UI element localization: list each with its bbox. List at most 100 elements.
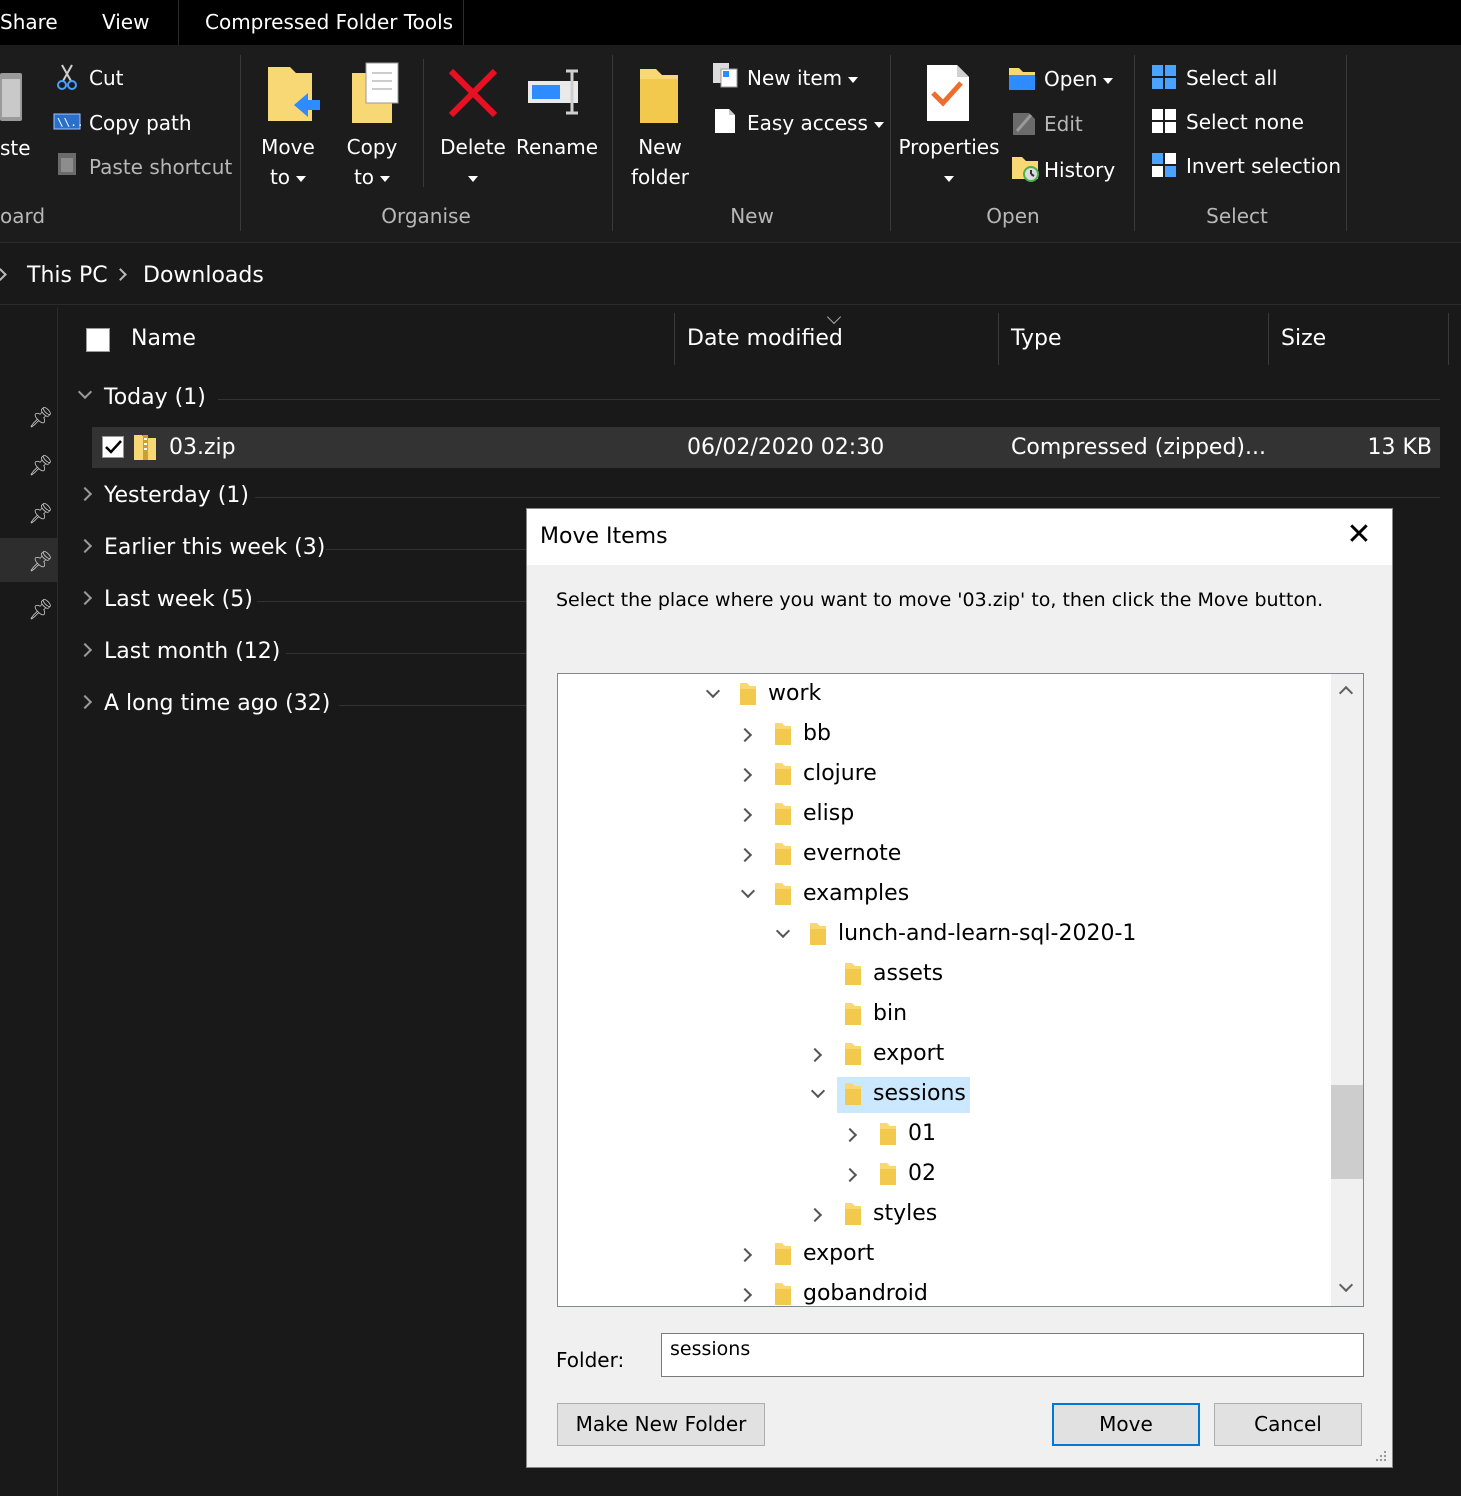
tab-view[interactable]: View	[102, 0, 149, 45]
move-items-dialog: Move Items ✕ Select the place where you …	[526, 508, 1393, 1468]
column-divider[interactable]	[998, 313, 999, 365]
pin-icon[interactable]: 📌︎	[28, 501, 53, 525]
tree-item[interactable]: gobandroid	[767, 1277, 932, 1306]
file-checkbox[interactable]	[102, 436, 124, 458]
tree-item[interactable]: 01	[872, 1117, 940, 1153]
folder-tree[interactable]: work bb clojure elisp evernote examples lunch-…	[557, 673, 1364, 1307]
tree-item[interactable]: sessions	[837, 1077, 970, 1113]
copy-to-button[interactable]: Copy to	[340, 132, 404, 192]
tree-item[interactable]: elisp	[767, 797, 858, 833]
open-button[interactable]: Open	[1044, 67, 1114, 91]
paste-shortcut-icon	[58, 153, 76, 175]
group-header-a-long-time-ago[interactable]: A long time ago (32)	[77, 691, 330, 716]
chevron-down-icon[interactable]	[775, 923, 791, 939]
tree-item[interactable]: lunch-and-learn-sql-2020-1	[802, 917, 1140, 953]
copy-path-button[interactable]: Copy path	[89, 111, 192, 135]
easy-access-button[interactable]: Easy access	[747, 111, 884, 135]
tree-vertical-scrollbar[interactable]	[1331, 674, 1363, 1306]
rename-icon[interactable]	[526, 67, 586, 117]
paste-icon[interactable]	[0, 67, 26, 123]
breadcrumb-this-pc[interactable]: This PC	[27, 263, 108, 288]
tree-item[interactable]: assets	[837, 957, 947, 993]
invert-selection-button[interactable]: Invert selection	[1186, 154, 1341, 178]
pin-icon[interactable]: 📌︎	[28, 549, 53, 573]
column-header-date-modified[interactable]: Date modified	[687, 326, 843, 351]
chevron-right-icon[interactable]	[737, 847, 753, 863]
file-row-03zip[interactable]: 03.zip 06/02/2020 02:30 Compressed (zipp…	[92, 427, 1440, 468]
chevron-down-icon[interactable]	[740, 883, 756, 899]
cut-button[interactable]: Cut	[89, 66, 123, 90]
tab-compressed-folder-tools[interactable]: Compressed Folder Tools	[205, 0, 453, 45]
pin-icon[interactable]: 📌︎	[28, 405, 53, 429]
make-new-folder-button[interactable]: Make New Folder	[557, 1403, 765, 1446]
rename-button[interactable]: Rename	[516, 132, 598, 162]
chevron-right-icon[interactable]	[737, 1287, 753, 1303]
folder-input[interactable]	[661, 1333, 1364, 1377]
paste-button-label[interactable]: ste	[0, 136, 31, 160]
tree-item[interactable]: clojure	[767, 757, 881, 793]
group-header-last-month[interactable]: Last month (12)	[77, 639, 280, 664]
column-header-name[interactable]: Name	[131, 326, 196, 351]
close-icon[interactable]: ✕	[1344, 520, 1374, 551]
tree-item[interactable]: work	[732, 677, 825, 713]
column-header-size[interactable]: Size	[1281, 326, 1326, 351]
chevron-right-icon[interactable]	[807, 1047, 823, 1063]
tree-item[interactable]: evernote	[767, 837, 905, 873]
chevron-right-icon[interactable]	[842, 1127, 858, 1143]
group-header-today[interactable]: Today (1)	[77, 384, 206, 410]
chevron-right-icon[interactable]	[842, 1167, 858, 1183]
delete-icon[interactable]	[447, 67, 499, 119]
tree-item[interactable]: bb	[767, 717, 835, 753]
column-divider[interactable]	[1448, 313, 1449, 365]
tree-item[interactable]: bin	[837, 997, 911, 1033]
move-button[interactable]: Move	[1052, 1403, 1200, 1446]
delete-button[interactable]: Delete	[437, 132, 509, 192]
chevron-right-icon[interactable]	[737, 1247, 753, 1263]
pin-icon[interactable]: 📌︎	[28, 453, 53, 477]
properties-icon[interactable]	[925, 63, 971, 123]
chevron-down-icon[interactable]	[705, 683, 721, 699]
address-bar[interactable]: This PC Downloads	[0, 245, 1461, 305]
tree-item[interactable]: 02	[872, 1157, 940, 1193]
chevron-down-icon[interactable]	[810, 1083, 826, 1099]
move-to-button[interactable]: Move to	[256, 132, 320, 192]
paste-shortcut-button[interactable]: Paste shortcut	[89, 155, 232, 179]
column-divider[interactable]	[1268, 313, 1269, 365]
cancel-button[interactable]: Cancel	[1214, 1403, 1362, 1446]
new-folder-label-line1: New	[638, 135, 682, 159]
tree-item[interactable]: styles	[837, 1197, 941, 1233]
select-all-checkbox[interactable]	[86, 328, 110, 352]
chevron-right-icon[interactable]	[737, 807, 753, 823]
tab-share[interactable]: Share	[0, 0, 58, 45]
chevron-right-icon[interactable]	[737, 727, 753, 743]
scrollbar-thumb[interactable]	[1331, 1085, 1363, 1179]
dialog-title-bar[interactable]: Move Items ✕	[527, 509, 1392, 565]
tree-item[interactable]: export	[767, 1237, 878, 1273]
move-to-icon[interactable]	[264, 63, 320, 127]
new-item-button[interactable]: New item	[747, 66, 859, 90]
column-header-type[interactable]: Type	[1011, 326, 1062, 351]
chevron-right-icon[interactable]	[807, 1207, 823, 1223]
column-divider[interactable]	[674, 313, 675, 365]
new-folder-icon[interactable]	[638, 65, 682, 125]
scroll-up-icon[interactable]	[1338, 685, 1354, 701]
resize-grip-icon[interactable]	[1374, 1449, 1388, 1463]
properties-button[interactable]: Properties	[898, 132, 1000, 192]
select-none-icon	[1152, 109, 1176, 133]
group-header-yesterday[interactable]: Yesterday (1)	[77, 483, 249, 508]
group-header-earlier-this-week[interactable]: Earlier this week (3)	[77, 535, 325, 560]
pin-icon[interactable]: 📌︎	[28, 597, 53, 621]
tree-item[interactable]: examples	[767, 877, 913, 913]
breadcrumb-downloads[interactable]: Downloads	[143, 263, 264, 288]
group-header-last-week[interactable]: Last week (5)	[77, 587, 253, 612]
new-folder-button[interactable]: New folder	[622, 132, 698, 192]
select-none-button[interactable]: Select none	[1186, 110, 1304, 134]
chevron-right-icon	[77, 486, 93, 502]
scroll-down-icon[interactable]	[1338, 1277, 1354, 1293]
edit-button[interactable]: Edit	[1044, 112, 1083, 136]
select-all-button[interactable]: Select all	[1186, 66, 1277, 90]
chevron-right-icon[interactable]	[737, 767, 753, 783]
copy-to-icon[interactable]	[350, 61, 406, 127]
history-button[interactable]: History	[1044, 158, 1115, 182]
tree-item[interactable]: export	[837, 1037, 948, 1073]
